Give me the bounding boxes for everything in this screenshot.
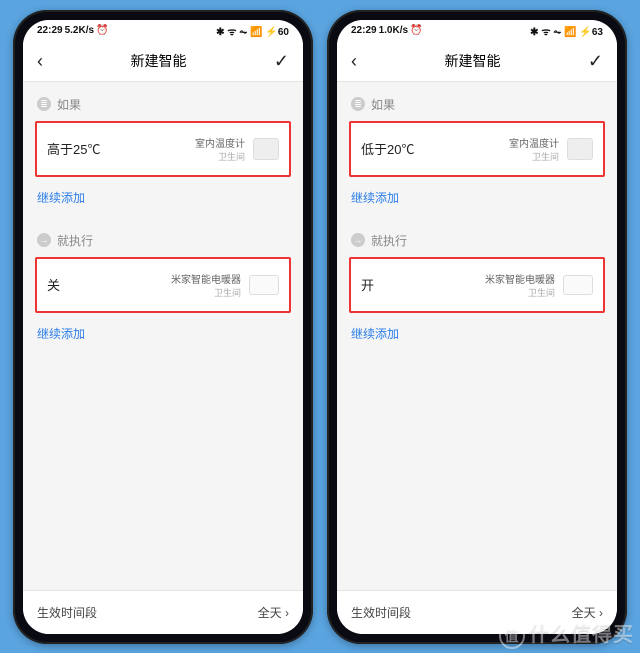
action-text: 开	[361, 275, 374, 294]
content: ≣ 如果 低于20℃ 室内温度计 卫生间 继续添加 → 就执行 开 米家智能电暖…	[337, 82, 617, 590]
effective-period-value: 全天 ›	[572, 604, 603, 621]
status-right: ✱ ᯤ ⏦ 📶 ⚡63	[530, 24, 603, 38]
if-section-header: ≣ 如果	[23, 82, 303, 121]
screen: 22:29 5.2K/s ⏰ ✱ ᯤ ⏦ 📶 ⚡60 ‹ 新建智能 ✓ ≣ 如果…	[23, 20, 303, 634]
list-icon: ≣	[351, 97, 365, 111]
add-condition-button[interactable]: 继续添加	[23, 177, 303, 218]
header: ‹ 新建智能 ✓	[23, 42, 303, 82]
condition-room: 卫生间	[532, 150, 559, 163]
effective-period-label: 生效时间段	[351, 604, 411, 621]
then-label: 就执行	[57, 232, 93, 249]
page-title: 新建智能	[444, 51, 500, 71]
condition-card[interactable]: 低于20℃ 室内温度计 卫生间	[349, 121, 605, 177]
add-action-button[interactable]: 继续添加	[23, 313, 303, 354]
alarm-icon: ⏰	[410, 25, 422, 36]
confirm-icon[interactable]: ✓	[274, 51, 289, 72]
action-room: 卫生间	[214, 286, 241, 299]
status-net: 1.0K/s	[379, 25, 408, 36]
header: ‹ 新建智能 ✓	[337, 42, 617, 82]
thermometer-icon	[567, 138, 593, 160]
heater-icon	[249, 275, 279, 295]
effective-period-value: 全天 ›	[258, 604, 289, 621]
arrow-right-icon: →	[37, 233, 51, 247]
add-condition-button[interactable]: 继续添加	[337, 177, 617, 218]
phone-left: 22:29 5.2K/s ⏰ ✱ ᯤ ⏦ 📶 ⚡60 ‹ 新建智能 ✓ ≣ 如果…	[13, 10, 313, 644]
thermometer-icon	[253, 138, 279, 160]
back-icon[interactable]: ‹	[351, 51, 357, 72]
if-label: 如果	[371, 96, 395, 113]
status-right: ✱ ᯤ ⏦ 📶 ⚡60	[216, 24, 289, 38]
if-section-header: ≣ 如果	[337, 82, 617, 121]
status-net: 5.2K/s	[65, 25, 94, 36]
then-section-header: → 就执行	[337, 218, 617, 257]
condition-device: 室内温度计	[195, 135, 245, 150]
condition-text: 低于20℃	[361, 139, 414, 158]
page-title: 新建智能	[130, 51, 186, 71]
effective-period-label: 生效时间段	[37, 604, 97, 621]
action-room: 卫生间	[528, 286, 555, 299]
condition-text: 高于25℃	[47, 139, 100, 158]
confirm-icon[interactable]: ✓	[588, 51, 603, 72]
condition-device: 室内温度计	[509, 135, 559, 150]
phone-right: 22:29 1.0K/s ⏰ ✱ ᯤ ⏦ 📶 ⚡63 ‹ 新建智能 ✓ ≣ 如果…	[327, 10, 627, 644]
arrow-right-icon: →	[351, 233, 365, 247]
add-action-button[interactable]: 继续添加	[337, 313, 617, 354]
then-section-header: → 就执行	[23, 218, 303, 257]
list-icon: ≣	[37, 97, 51, 111]
bottom-bar[interactable]: 生效时间段 全天 ›	[337, 590, 617, 634]
action-card[interactable]: 关 米家智能电暖器 卫生间	[35, 257, 291, 313]
status-time: 22:29	[37, 25, 63, 36]
screen: 22:29 1.0K/s ⏰ ✱ ᯤ ⏦ 📶 ⚡63 ‹ 新建智能 ✓ ≣ 如果…	[337, 20, 617, 634]
back-icon[interactable]: ‹	[37, 51, 43, 72]
status-bar: 22:29 1.0K/s ⏰ ✱ ᯤ ⏦ 📶 ⚡63	[337, 20, 617, 42]
alarm-icon: ⏰	[96, 25, 108, 36]
action-device: 米家智能电暖器	[171, 271, 241, 286]
status-time: 22:29	[351, 25, 377, 36]
condition-room: 卫生间	[218, 150, 245, 163]
then-label: 就执行	[371, 232, 407, 249]
condition-card[interactable]: 高于25℃ 室内温度计 卫生间	[35, 121, 291, 177]
status-bar: 22:29 5.2K/s ⏰ ✱ ᯤ ⏦ 📶 ⚡60	[23, 20, 303, 42]
bottom-bar[interactable]: 生效时间段 全天 ›	[23, 590, 303, 634]
action-device: 米家智能电暖器	[485, 271, 555, 286]
content: ≣ 如果 高于25℃ 室内温度计 卫生间 继续添加 → 就执行 关 米家智能电暖…	[23, 82, 303, 590]
heater-icon	[563, 275, 593, 295]
action-text: 关	[47, 275, 60, 294]
if-label: 如果	[57, 96, 81, 113]
action-card[interactable]: 开 米家智能电暖器 卫生间	[349, 257, 605, 313]
